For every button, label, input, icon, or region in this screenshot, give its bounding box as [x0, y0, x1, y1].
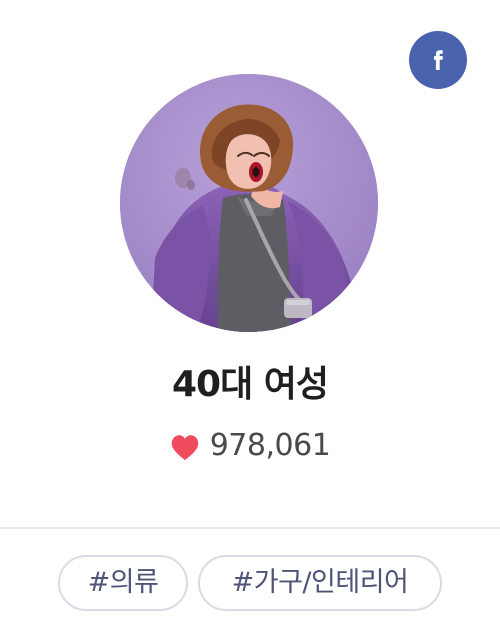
tag-clothing[interactable]: #의류 [58, 555, 188, 611]
heart-icon [171, 434, 198, 460]
facebook-icon [434, 50, 443, 70]
tag-furniture-interior[interactable]: #가구/인테리어 [198, 555, 442, 611]
tag-list: #의류 #가구/인테리어 [0, 555, 500, 611]
profile-card: 40대 여성 978,061 #의류 #가구/인테리어 [0, 0, 500, 640]
profile-image [120, 74, 378, 332]
like-count: 978,061 [209, 428, 331, 463]
avatar [120, 74, 378, 332]
facebook-share-button[interactable] [409, 31, 467, 89]
profile-title: 40대 여성 [172, 364, 329, 405]
like-count-row: 978,061 [0, 422, 500, 470]
divider [0, 527, 500, 529]
